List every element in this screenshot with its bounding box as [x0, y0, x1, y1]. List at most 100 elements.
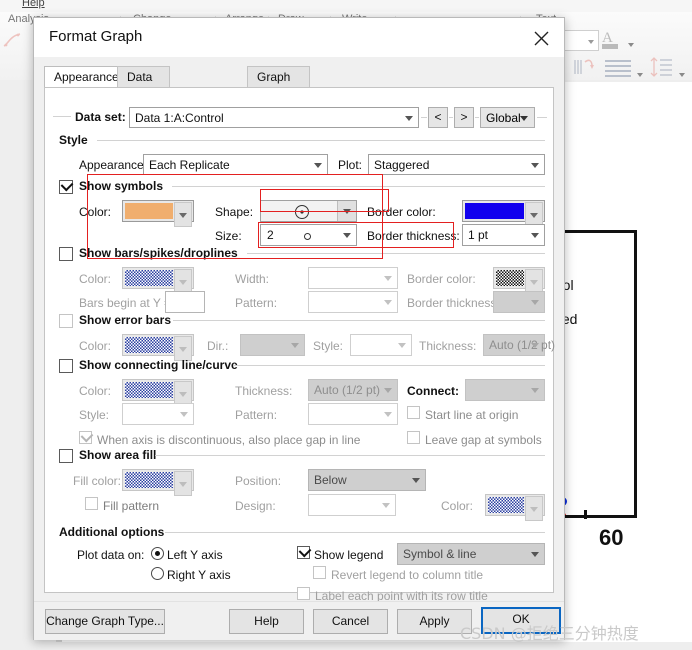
connect-combo[interactable] [465, 379, 545, 401]
start-line-at-origin-checkbox[interactable] [407, 406, 420, 419]
check-icon [298, 544, 312, 558]
dataset-rule-mid2 [449, 117, 453, 118]
bars-begin-label: Bars begin at Y = [79, 296, 171, 310]
chevron-down-icon [175, 404, 193, 424]
chevron-down-icon [526, 544, 544, 564]
next-dataset-button[interactable]: > [454, 107, 474, 128]
show-connecting-line-checkbox[interactable] [59, 359, 73, 373]
error-bars-dir-combo[interactable] [240, 334, 305, 356]
show-area-fill-rule [155, 455, 545, 456]
discontinuous-gap-checkbox[interactable] [79, 429, 94, 444]
check-icon [80, 429, 94, 443]
analysis-curve-icon[interactable] [2, 30, 24, 50]
line-color-swatch[interactable] [122, 379, 194, 406]
tab-data-sets-on-graph[interactable]: Data Sets on Graph [117, 66, 171, 147]
radio-dot-icon [155, 551, 160, 556]
dialog-title-bar[interactable]: Format Graph [34, 18, 564, 57]
bars-color-label: Color: [79, 272, 112, 286]
show-bars-title: Show bars/spikes/droplines [79, 246, 238, 260]
leave-gap-at-symbols-checkbox[interactable] [407, 431, 420, 444]
fill-design-combo[interactable] [308, 494, 396, 516]
bars-color-swatch[interactable] [122, 267, 194, 294]
revert-legend-checkbox[interactable] [313, 566, 326, 579]
line-thickness-combo[interactable]: Auto (1/2 pt) [308, 379, 398, 401]
symbol-border-thickness-combo[interactable]: 1 pt [462, 224, 545, 246]
show-symbols-checkbox[interactable] [59, 178, 74, 194]
check-icon [60, 178, 74, 192]
bars-pattern-combo[interactable] [308, 291, 398, 313]
symbol-color-swatch[interactable] [122, 200, 194, 227]
close-button[interactable] [519, 18, 564, 57]
font-color-dropdown-icon[interactable] [628, 36, 634, 50]
increase-indent-icon[interactable] [573, 56, 595, 78]
chevron-down-icon [526, 292, 544, 312]
chevron-down-icon [525, 496, 543, 521]
symbol-size-combo[interactable]: 2 [260, 224, 357, 246]
show-legend-checkbox[interactable] [297, 544, 312, 559]
align-dropdown-icon[interactable] [637, 66, 643, 80]
fill-color-swatch[interactable] [122, 469, 194, 496]
symbol-border-thickness-label: Border thickness: [367, 229, 460, 243]
fill-position-combo[interactable]: Below [308, 469, 426, 491]
label-each-point-checkbox[interactable] [297, 587, 310, 600]
left-y-axis-radio[interactable] [151, 547, 164, 560]
line-style-combo[interactable] [122, 403, 194, 425]
graph-x-tick [584, 510, 587, 519]
bars-width-combo[interactable] [308, 267, 398, 289]
symbol-shape-combo[interactable] [260, 200, 357, 222]
dialog-title: Format Graph [49, 28, 143, 45]
additional-options-title: Additional options [59, 525, 165, 539]
plot-combo[interactable]: Staggered [368, 154, 545, 175]
font-color-icon[interactable]: A [600, 27, 624, 53]
change-graph-type-button[interactable]: Change Graph Type... [45, 609, 165, 634]
menu-item-help[interactable]: Help [22, 0, 45, 9]
graph-plot-frame [556, 230, 637, 518]
chevron-down-icon [379, 380, 397, 400]
chevron-down-icon [338, 225, 356, 245]
additional-options-rule [165, 532, 545, 533]
plot-label: Plot: [338, 158, 363, 172]
show-symbols-title: Show symbols [79, 179, 164, 193]
fill-color-fill [125, 472, 173, 488]
dataset-rule-right [537, 117, 547, 118]
help-button[interactable]: Help [229, 609, 304, 634]
show-error-bars-checkbox[interactable] [59, 314, 73, 328]
cancel-button[interactable]: Cancel [313, 609, 388, 634]
plot-value: Staggered [374, 158, 430, 172]
dataset-scope-button[interactable]: Global [480, 107, 535, 128]
tab-appearance[interactable]: Appearance [44, 66, 129, 89]
line-spacing-icon[interactable] [650, 56, 674, 78]
show-connecting-line-title: Show connecting line/curve [79, 358, 238, 372]
symbol-size-label: Size: [215, 229, 242, 243]
circle-dot-symbol-icon [295, 205, 309, 219]
bars-begin-input[interactable] [165, 291, 205, 313]
symbol-border-color-swatch[interactable] [462, 200, 545, 227]
svg-text:A: A [602, 30, 613, 46]
bars-border-color-fill [496, 270, 524, 286]
previous-dataset-button[interactable]: < [428, 107, 448, 128]
bars-border-color-label: Border color: [407, 272, 476, 286]
dataset-combo[interactable]: Data 1:A:Control [129, 107, 419, 128]
chevron-down-icon [526, 335, 544, 355]
show-bars-checkbox[interactable] [59, 247, 73, 261]
right-y-axis-radio[interactable] [151, 567, 164, 580]
error-bars-color-swatch[interactable] [122, 334, 194, 361]
line-pattern-combo[interactable] [308, 403, 398, 425]
bars-border-color-swatch[interactable] [493, 267, 545, 294]
show-area-fill-checkbox[interactable] [59, 449, 73, 463]
error-bars-thickness-label: Thickness: [419, 339, 477, 353]
format-graph-dialog: Format Graph Appearance Data Sets on Gra… [33, 17, 565, 640]
chevron-down-icon [337, 201, 356, 221]
appearance-combo[interactable]: Each Replicate [143, 154, 328, 175]
plot-data-on-label: Plot data on: [77, 548, 145, 562]
bars-border-thickness-combo[interactable] [493, 291, 545, 313]
error-bars-style-combo[interactable] [350, 334, 412, 356]
tab-graph-settings[interactable]: Graph Settings [247, 66, 311, 105]
legend-mode-combo[interactable]: Symbol & line [397, 543, 545, 565]
line-spacing-dropdown-icon[interactable] [679, 66, 685, 80]
area-fill-color-swatch[interactable] [485, 494, 545, 521]
style-group-rule [97, 140, 545, 141]
fill-pattern-checkbox[interactable] [85, 497, 98, 510]
symbol-border-color-fill [465, 203, 524, 219]
error-bars-thickness-combo[interactable]: Auto (1/2 pt) [483, 334, 555, 356]
